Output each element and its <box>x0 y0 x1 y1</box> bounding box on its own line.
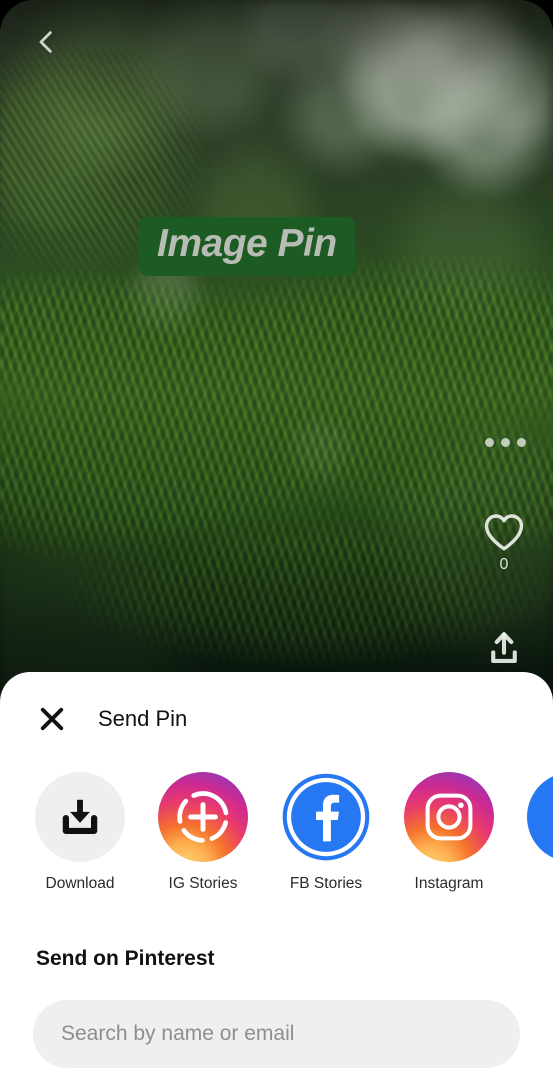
share-target-label: Download <box>45 875 115 892</box>
instagram-stories-icon <box>177 791 229 843</box>
like-count: 0 <box>499 556 509 573</box>
more-horizontal-icon-dot-3 <box>516 437 526 447</box>
search-input[interactable] <box>33 1000 520 1068</box>
share-button[interactable] <box>480 624 528 672</box>
more-horizontal-icon-dot-1 <box>484 437 494 447</box>
facebook-stories-icon <box>282 773 370 861</box>
close-button[interactable] <box>34 701 70 737</box>
photo-vignette-layer <box>0 0 553 700</box>
chevron-left-icon <box>39 31 52 53</box>
share-target-download[interactable]: Download <box>35 772 125 892</box>
more-horizontal-icon-dot-2 <box>500 437 510 447</box>
sheet-title: Send Pin <box>98 706 188 731</box>
close-x-icon <box>40 707 64 731</box>
share-target-label: IG Stories <box>168 875 238 892</box>
back-button[interactable] <box>22 18 70 66</box>
share-target-label: FB Stories <box>289 875 363 892</box>
download-tray-icon <box>62 799 98 835</box>
share-target-label: Instagram <box>414 875 484 892</box>
fb-stories-circle <box>281 772 371 862</box>
share-target-facebook[interactable]: Fa <box>527 772 553 892</box>
overflow-menu-button[interactable] <box>479 424 531 460</box>
instagram-icon <box>425 793 473 841</box>
pin-overlay-label: Image Pin <box>139 217 355 276</box>
share-target-ig-stories[interactable]: IG Stories <box>158 772 248 892</box>
pin-detail-screen: Image Pin 0 Send Pin Download IG Stories… <box>0 0 553 1080</box>
ig-stories-circle <box>158 772 248 862</box>
like-button[interactable]: 0 <box>479 512 529 573</box>
instagram-circle <box>404 772 494 862</box>
sheet-header: Send Pin <box>0 694 553 744</box>
share-targets-row[interactable]: Download IG Stories FB Stories Instagram <box>0 772 553 892</box>
download-circle <box>35 772 125 862</box>
facebook-icon <box>539 784 553 850</box>
heart-outline-icon <box>484 514 524 551</box>
send-on-pinterest-heading: Send on Pinterest <box>36 947 215 970</box>
facebook-circle <box>527 772 553 862</box>
pin-image[interactable] <box>0 0 553 700</box>
share-target-instagram[interactable]: Instagram <box>404 772 494 892</box>
share-upload-icon <box>491 632 517 664</box>
share-target-fb-stories[interactable]: FB Stories <box>281 772 371 892</box>
